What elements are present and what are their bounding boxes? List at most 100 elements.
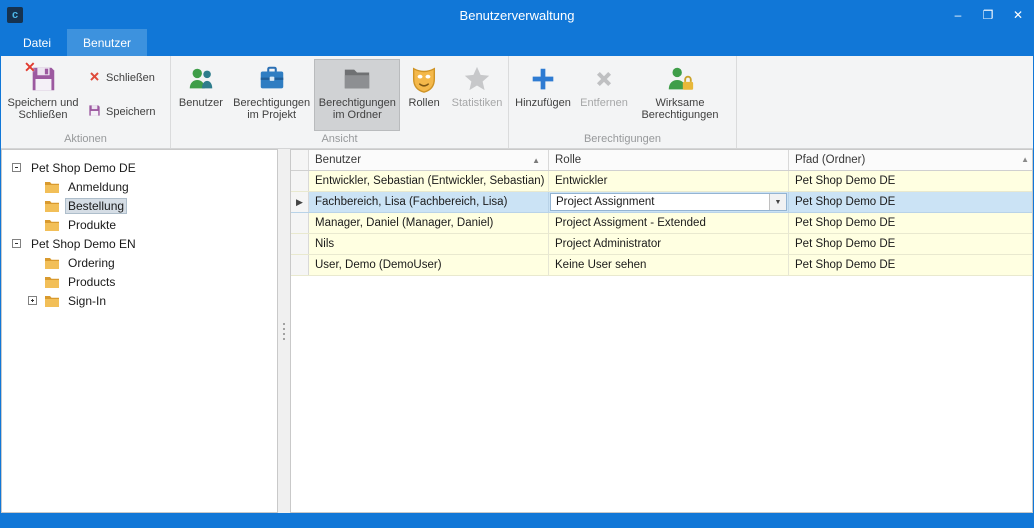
tree-item-label: Produkte <box>65 217 119 233</box>
tree-item-bestellung[interactable]: Bestellung <box>2 196 277 215</box>
column-header-label: Pfad (Ordner) <box>795 154 865 166</box>
save-and-close-label: Speichern und Schließen <box>7 97 79 121</box>
cell-benutzer[interactable]: Entwickler, Sebastian (Entwickler, Sebas… <box>309 171 549 191</box>
cell-pfad[interactable]: Pet Shop Demo DE <box>789 213 1032 233</box>
berechtigungen-im-ordner-label: Berechtigungen im Ordner <box>318 97 396 121</box>
folder-permissions-icon <box>342 64 372 94</box>
cell-rolle[interactable]: Project Assignment ▼ <box>549 192 789 212</box>
panel-splitter[interactable] <box>278 149 290 513</box>
minimize-button[interactable]: – <box>943 1 973 29</box>
hinzufuegen-button[interactable]: Hinzufügen <box>511 59 575 131</box>
app-window: c Benutzerverwaltung – ❐ ✕ Datei Benutze… <box>0 0 1034 528</box>
berechtigungen-im-ordner-button[interactable]: Berechtigungen im Ordner <box>314 59 400 131</box>
rolle-combobox[interactable]: Project Assignment ▼ <box>550 193 787 211</box>
grid-header-row: Benutzer ▲ Rolle Pfad (Ordner) ▲ <box>291 150 1032 171</box>
tree-item-produkte[interactable]: Produkte <box>2 215 277 234</box>
collapse-icon[interactable] <box>12 239 21 248</box>
ribbon-tab-row: Datei Benutzer <box>1 29 1033 56</box>
tree-item-pet-shop-demo-en[interactable]: Pet Shop Demo EN <box>2 234 277 253</box>
scroll-up-icon[interactable]: ▲ <box>1021 155 1029 164</box>
cell-benutzer[interactable]: Fachbereich, Lisa (Fachbereich, Lisa) <box>309 192 549 212</box>
tree-item-ordering[interactable]: Ordering <box>2 253 277 272</box>
column-header-pfad[interactable]: Pfad (Ordner) ▲ <box>789 150 1032 170</box>
star-icon <box>462 64 492 94</box>
tree-item-label: Bestellung <box>65 198 127 214</box>
row-indicator-header <box>291 150 309 170</box>
combobox-dropdown-button[interactable]: ▼ <box>769 194 786 210</box>
cell-benutzer[interactable]: User, Demo (DemoUser) <box>309 255 549 275</box>
row-indicator-cell <box>291 234 309 254</box>
tree-item-label: Sign-In <box>65 293 109 309</box>
save-and-close-button[interactable]: ✕ Speichern und Schließen <box>3 59 83 131</box>
expand-icon[interactable] <box>28 296 37 305</box>
close-document-button[interactable]: Schließen <box>83 67 160 89</box>
column-header-benutzer[interactable]: Benutzer ▲ <box>309 150 549 170</box>
tab-datei[interactable]: Datei <box>7 29 67 56</box>
column-header-rolle[interactable]: Rolle <box>549 150 789 170</box>
grid-row[interactable]: Manager, Daniel (Manager, Daniel) Projec… <box>291 213 1032 234</box>
tree-item-anmeldung[interactable]: Anmeldung <box>2 177 277 196</box>
users-icon <box>186 64 216 94</box>
statistiken-button[interactable]: Statistiken <box>448 59 506 131</box>
tab-benutzer[interactable]: Benutzer <box>67 29 147 56</box>
entfernen-button[interactable]: Entfernen <box>575 59 633 131</box>
grid-row[interactable]: User, Demo (DemoUser) Keine User sehen P… <box>291 255 1032 276</box>
rollen-button[interactable]: Rollen <box>400 59 448 131</box>
cell-rolle[interactable]: Project Assigment - Extended <box>549 213 789 233</box>
row-indicator-cell: ▶ <box>291 192 309 212</box>
benutzer-view-button[interactable]: Benutzer <box>173 59 229 131</box>
cell-rolle[interactable]: Keine User sehen <box>549 255 789 275</box>
cell-pfad[interactable]: Pet Shop Demo DE <box>789 234 1032 254</box>
collapse-icon[interactable] <box>12 163 21 172</box>
cell-rolle[interactable]: Project Administrator <box>549 234 789 254</box>
berechtigungen-im-projekt-label: Berechtigungen im Projekt <box>233 97 311 121</box>
cell-benutzer[interactable]: Nils <box>309 234 549 254</box>
ribbon-group-berechtigungen: Hinzufügen Entfernen Wirksame Berechtigu… <box>509 56 737 148</box>
rollen-label: Rollen <box>409 97 440 109</box>
briefcase-icon <box>257 64 287 94</box>
remove-x-icon <box>589 64 619 94</box>
grid-row[interactable]: Entwickler, Sebastian (Entwickler, Sebas… <box>291 171 1032 192</box>
mask-icon <box>409 64 439 94</box>
ribbon: ✕ Speichern und Schließen Schließen Spei… <box>1 56 1033 149</box>
close-button[interactable]: ✕ <box>1003 1 1033 29</box>
focused-row-indicator-icon: ▶ <box>296 197 303 208</box>
ribbon-group-ansicht: Benutzer Berechtigungen im Projekt Berec… <box>171 56 509 148</box>
ribbon-group-aktionen: ✕ Speichern und Schließen Schließen Spei… <box>1 56 171 148</box>
tree-item-pet-shop-demo-de[interactable]: Pet Shop Demo DE <box>2 158 277 177</box>
tree-item-label: Ordering <box>65 255 118 271</box>
close-x-icon <box>87 69 102 87</box>
grid-row-selected[interactable]: ▶ Fachbereich, Lisa (Fachbereich, Lisa) … <box>291 192 1032 213</box>
row-indicator-cell <box>291 213 309 233</box>
cell-pfad[interactable]: Pet Shop Demo DE <box>789 192 1032 212</box>
sort-ascending-icon: ▲ <box>532 156 542 165</box>
tree-item-sign-in[interactable]: Sign-In <box>2 291 277 310</box>
group-label-ansicht: Ansicht <box>173 132 506 148</box>
tree-item-label: Pet Shop Demo DE <box>28 160 139 176</box>
save-button[interactable]: Speichern <box>83 101 160 123</box>
maximize-button[interactable]: ❐ <box>973 1 1003 29</box>
tree-item-products[interactable]: Products <box>2 272 277 291</box>
berechtigungen-im-projekt-button[interactable]: Berechtigungen im Projekt <box>229 59 315 131</box>
group-label-berechtigungen: Berechtigungen <box>511 132 734 148</box>
app-icon[interactable]: c <box>7 7 23 23</box>
combobox-value: Project Assignment <box>551 196 769 208</box>
column-header-label: Rolle <box>555 154 581 166</box>
entfernen-label: Entfernen <box>580 97 628 109</box>
row-indicator-cell <box>291 171 309 191</box>
tree-item-label: Anmeldung <box>65 179 132 195</box>
cell-pfad[interactable]: Pet Shop Demo DE <box>789 255 1032 275</box>
plus-icon <box>528 64 558 94</box>
cell-rolle[interactable]: Entwickler <box>549 171 789 191</box>
permissions-grid: Benutzer ▲ Rolle Pfad (Ordner) ▲ Entwick… <box>290 149 1033 513</box>
row-indicator-cell <box>291 255 309 275</box>
cell-pfad[interactable]: Pet Shop Demo DE <box>789 171 1032 191</box>
tree-item-label: Pet Shop Demo EN <box>28 236 139 252</box>
cell-benutzer[interactable]: Manager, Daniel (Manager, Daniel) <box>309 213 549 233</box>
save-icon <box>87 103 102 121</box>
wirksame-berechtigungen-button[interactable]: Wirksame Berechtigungen <box>633 59 727 131</box>
wirksame-berechtigungen-label: Wirksame Berechtigungen <box>637 97 723 121</box>
grid-row[interactable]: Nils Project Administrator Pet Shop Demo… <box>291 234 1032 255</box>
group-label-aktionen: Aktionen <box>3 132 168 148</box>
folder-icon <box>44 275 60 289</box>
